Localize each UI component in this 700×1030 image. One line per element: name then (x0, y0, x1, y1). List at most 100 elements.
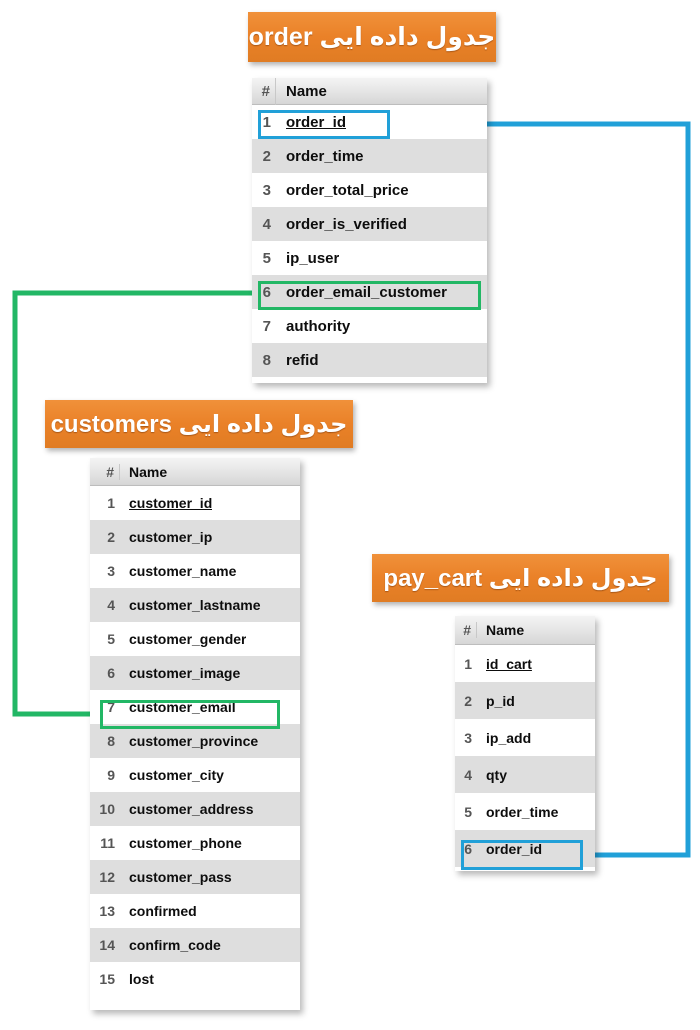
table-title-banner-customers: جدول داده ایی customers (45, 400, 353, 448)
table-row[interactable]: 4 qty (455, 756, 595, 793)
table-row[interactable]: 7 customer_email (90, 690, 300, 724)
column-header-name-order: Name (286, 82, 327, 100)
row-field-name: confirmed (129, 903, 197, 919)
table-header-row-customers: # Name (90, 458, 300, 486)
row-field-name: lost (129, 971, 154, 987)
diagram-canvas: جدول داده ایی order # Name 1 order_id 2 … (0, 0, 700, 1030)
table-row[interactable]: 3 ip_add (455, 719, 595, 756)
table-row[interactable]: 3 customer_name (90, 554, 300, 588)
row-field-name: customer_id (129, 495, 213, 511)
row-field-name: order_time (286, 147, 364, 165)
table-row[interactable]: 14 confirm_code (90, 928, 300, 962)
row-num: 3 (464, 729, 472, 746)
table-row[interactable]: 15 lost (90, 962, 300, 996)
row-field-name: order_time (486, 803, 559, 820)
table-row[interactable]: 5 order_time (455, 793, 595, 830)
row-num: 3 (107, 563, 115, 579)
row-num: 11 (100, 835, 115, 851)
table-row[interactable]: 9 customer_city (90, 758, 300, 792)
table-row[interactable]: 5 ip_user (252, 241, 487, 275)
row-num: 1 (464, 655, 472, 672)
column-header-name-pay-cart: Name (486, 622, 525, 638)
row-field-name: id_cart (486, 655, 532, 672)
table-pay-cart: # Name 1 id_cart 2 p_id 3 ip_add 4 qty 5… (455, 616, 595, 871)
row-num: 4 (262, 215, 271, 233)
table-customers: # Name 1 customer_id 2 customer_ip 3 cus… (90, 458, 300, 1010)
row-num: 5 (464, 803, 472, 820)
row-num: 8 (107, 733, 115, 749)
row-field-name: p_id (486, 692, 515, 709)
row-num: 1 (107, 495, 115, 511)
row-field-name: customer_name (129, 563, 237, 579)
row-field-name: ip_user (286, 249, 340, 267)
row-num: 4 (464, 766, 472, 783)
row-field-name: ip_add (486, 729, 532, 746)
table-row[interactable]: 2 order_time (252, 139, 487, 173)
table-header-row-order: # Name (252, 77, 487, 105)
table-row[interactable]: 10 customer_address (90, 792, 300, 826)
table-row[interactable]: 7 authority (252, 309, 487, 343)
row-field-name: customer_address (129, 801, 254, 817)
table-row[interactable]: 6 order_email_customer (252, 275, 487, 309)
row-field-name: customer_gender (129, 631, 247, 647)
row-field-name: customer_city (129, 767, 224, 783)
table-header-row-pay-cart: # Name (455, 616, 595, 645)
table-row[interactable]: 12 customer_pass (90, 860, 300, 894)
row-field-name: customer_phone (129, 835, 242, 851)
table-order: # Name 1 order_id 2 order_time 3 order_t… (252, 77, 487, 383)
row-field-name: confirm_code (129, 937, 221, 953)
table-row[interactable]: 1 id_cart (455, 645, 595, 682)
row-num: 2 (464, 692, 472, 709)
column-header-num-customers: # (90, 463, 120, 480)
table-row[interactable]: 8 refid (252, 343, 487, 377)
row-num: 5 (107, 631, 115, 647)
table-row[interactable]: 6 order_id (455, 830, 595, 867)
row-num: 2 (107, 529, 115, 545)
row-num: 6 (464, 840, 472, 857)
row-field-name: authority (286, 317, 351, 335)
row-num: 6 (262, 283, 271, 301)
row-num: 7 (107, 699, 115, 715)
row-num: 5 (262, 249, 271, 267)
row-field-name: qty (486, 766, 507, 783)
row-field-name: customer_email (129, 699, 236, 715)
table-row[interactable]: 4 order_is_verified (252, 207, 487, 241)
row-num: 9 (107, 767, 115, 783)
row-field-name: customer_pass (129, 869, 232, 885)
table-row[interactable]: 5 customer_gender (90, 622, 300, 656)
table-row[interactable]: 1 customer_id (90, 486, 300, 520)
row-field-name: order_is_verified (286, 215, 407, 233)
table-row[interactable]: 2 customer_ip (90, 520, 300, 554)
table-row[interactable]: 8 customer_province (90, 724, 300, 758)
column-header-name-customers: Name (129, 463, 168, 480)
table-title-order: جدول داده ایی order (248, 23, 496, 51)
row-num: 12 (99, 869, 115, 885)
table-title-banner-order: جدول داده ایی order (248, 12, 496, 62)
table-title-pay-cart: جدول داده ایی pay_cart (383, 564, 658, 592)
row-num: 2 (262, 147, 271, 165)
table-row[interactable]: 3 order_total_price (252, 173, 487, 207)
table-row[interactable]: 2 p_id (455, 682, 595, 719)
table-title-banner-pay-cart: جدول داده ایی pay_cart (372, 554, 669, 602)
table-row[interactable]: 4 customer_lastname (90, 588, 300, 622)
row-field-name: customer_province (129, 733, 259, 749)
row-num: 3 (262, 181, 271, 199)
row-num: 10 (99, 801, 115, 817)
column-header-num-pay-cart: # (455, 622, 477, 638)
row-field-name: order_total_price (286, 181, 409, 199)
column-header-num-order: # (252, 77, 276, 105)
row-field-name: refid (286, 351, 319, 369)
table-row[interactable]: 6 customer_image (90, 656, 300, 690)
row-field-name: order_email_customer (286, 283, 447, 301)
row-num: 6 (107, 665, 115, 681)
row-field-name: order_id (286, 113, 347, 131)
row-num: 1 (262, 113, 271, 131)
table-row[interactable]: 1 order_id (252, 105, 487, 139)
row-field-name: customer_image (129, 665, 241, 681)
table-row[interactable]: 11 customer_phone (90, 826, 300, 860)
row-field-name: customer_lastname (129, 597, 261, 613)
table-row[interactable]: 13 confirmed (90, 894, 300, 928)
row-num: 13 (99, 903, 115, 919)
row-num: 4 (107, 597, 115, 613)
table-title-customers: جدول داده ایی customers (50, 410, 348, 438)
